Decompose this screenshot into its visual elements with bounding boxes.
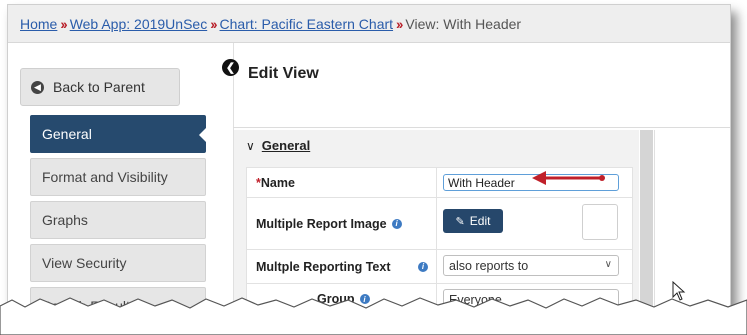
text-label: Multple Reporting Text i (247, 250, 437, 283)
info-icon[interactable]: i (391, 218, 402, 229)
edit-view-header: ❮ Edit View (222, 58, 319, 83)
reporting-text-value: also reports to (449, 258, 529, 273)
breadcrumb-web-app[interactable]: Web App: 2019UnSec (70, 16, 208, 32)
breadcrumb-separator: ›› (60, 15, 67, 32)
collapse-sidebar-icon[interactable]: ❮ (222, 58, 239, 76)
breadcrumb-current: View: With Header (405, 15, 522, 32)
sidebar-item-general[interactable]: General (30, 115, 206, 153)
screenshot-frame: Home ›› Web App: 2019UnSec ›› Chart: Pac… (7, 4, 731, 310)
sidebar-item-format-visibility[interactable]: Format and Visibility (30, 158, 206, 196)
breadcrumb-home[interactable]: Home (20, 16, 57, 32)
reporting-text-select[interactable]: also reports to ∨ (443, 255, 619, 276)
arrow-left-circle-icon: ◀ (31, 80, 44, 94)
torn-edge (0, 297, 747, 335)
breadcrumb-separator: ›› (210, 15, 217, 32)
breadcrumb-separator: ›› (396, 15, 403, 32)
chevron-down-icon: ∨ (604, 259, 612, 270)
name-label: * Name (247, 168, 437, 197)
name-input-value: With Header (448, 175, 515, 190)
scrollbar[interactable] (640, 130, 653, 309)
name-label-text: Name (260, 175, 295, 190)
header-divider (233, 127, 730, 128)
sidebar-item-view-security[interactable]: View Security (30, 244, 206, 282)
breadcrumb: Home ›› Web App: 2019UnSec ›› Chart: Pac… (8, 5, 730, 43)
sidebar: ◀ Back to Parent General Format and Visi… (8, 43, 233, 309)
back-to-parent-label: Back to Parent (53, 79, 145, 95)
info-icon[interactable]: i (418, 261, 428, 272)
edit-button-label: Edit (469, 214, 491, 228)
breadcrumb-chart[interactable]: Chart: Pacific Eastern Chart (220, 16, 394, 32)
back-to-parent-button[interactable]: ◀ Back to Parent (20, 68, 180, 106)
edit-image-button[interactable]: ✎ Edit (443, 209, 503, 233)
section-toggle-general[interactable]: ∨ General (246, 138, 310, 153)
text-label-text: Multple Reporting Text (256, 259, 391, 274)
image-label-text: Multiple Report Image (256, 216, 387, 231)
sidebar-item-label: View Security (42, 255, 127, 271)
sidebar-item-label: General (42, 126, 92, 142)
form-row-text: Multple Reporting Text i also reports to… (247, 250, 632, 284)
image-label: Multiple Report Image i (247, 198, 437, 249)
right-pane (654, 130, 730, 309)
sidebar-item-label: Graphs (42, 212, 88, 228)
annotation-arrow (532, 171, 605, 185)
edit-icon: ✎ (455, 215, 465, 228)
sidebar-item-graphs[interactable]: Graphs (30, 201, 206, 239)
chevron-down-icon: ∨ (246, 138, 255, 153)
form-row-image: Multiple Report Image i ✎ Edit (247, 198, 632, 250)
image-preview (582, 204, 618, 240)
section-title: General (261, 138, 311, 153)
page-title: Edit View (248, 65, 319, 82)
sidebar-item-label: Format and Visibility (42, 169, 168, 185)
